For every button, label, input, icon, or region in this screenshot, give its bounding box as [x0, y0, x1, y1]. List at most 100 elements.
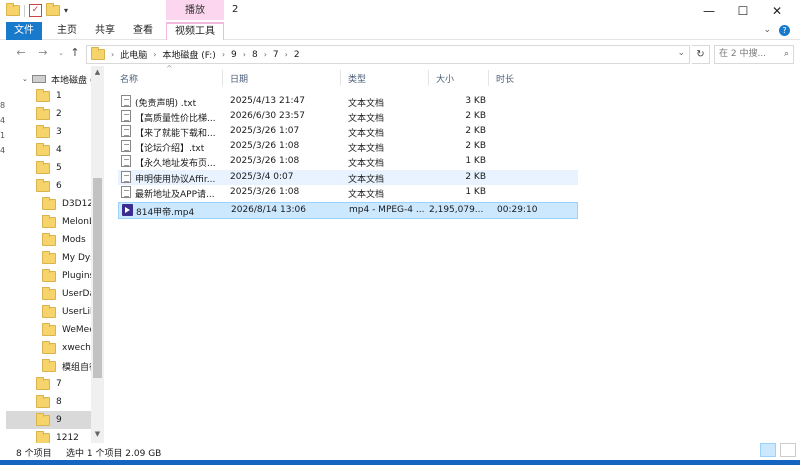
chevron-right-icon[interactable]: › [222, 50, 225, 59]
nav-item-wemeet[interactable]: WeMeet [42, 321, 92, 339]
minimize-button[interactable]: — [692, 0, 726, 22]
text-file-icon [121, 125, 131, 137]
nav-item-xwechat[interactable]: xwechat [42, 339, 92, 357]
divider [428, 70, 429, 86]
nav-item-label: D3D12 [62, 199, 92, 209]
file-date: 2025/4/13 21:47 [230, 96, 305, 106]
nav-item-mod-folder[interactable]: 模组自行 [42, 357, 92, 375]
file-name: 814甲帝.mp4 [136, 208, 195, 218]
close-button[interactable]: ✕ [760, 0, 794, 22]
details-view-icon[interactable] [760, 443, 776, 457]
folder-icon[interactable] [6, 3, 20, 16]
search-placeholder: 在 2 中搜... [719, 49, 767, 59]
forward-arrow-icon[interactable]: → [36, 46, 50, 59]
folder-icon [36, 142, 50, 156]
folder-icon [36, 376, 50, 390]
folder-icon [91, 47, 105, 60]
window-title: 2 [232, 4, 239, 15]
file-size: 3 KB [465, 96, 486, 106]
nav-item-label: 5 [56, 163, 62, 173]
large-icons-view-icon[interactable] [780, 443, 796, 457]
tab-view[interactable]: 查看 [126, 22, 160, 40]
chevron-right-icon[interactable]: › [243, 50, 246, 59]
file-size: 2 KB [465, 126, 486, 136]
nav-item-plugins[interactable]: Plugins [42, 267, 92, 285]
chevron-right-icon[interactable]: › [264, 50, 267, 59]
column-header-type[interactable]: 类型 [348, 72, 366, 85]
text-file-icon [121, 171, 131, 183]
nav-item-label: Plugins [62, 271, 92, 281]
column-header-duration[interactable]: 时长 [496, 72, 514, 85]
expand-chevron-icon[interactable]: ⌄ [22, 75, 32, 83]
maximize-button[interactable]: ☐ [726, 0, 760, 22]
table-row[interactable]: 【来了就能下载和... 2025/3/26 1:07 文本文档 2 KB [118, 124, 578, 139]
table-row[interactable]: 最新地址及APP请... 2025/3/26 1:08 文本文档 1 KB [118, 185, 578, 200]
nav-item-mods[interactable]: Mods [42, 231, 92, 249]
file-date: 2025/3/26 1:08 [230, 187, 300, 197]
nav-item-d3d12[interactable]: D3D12 [42, 195, 92, 213]
nav-item-my-dyst[interactable]: My Dyst [42, 249, 92, 267]
address-history-chevron-icon[interactable]: ⌄ [677, 48, 685, 58]
scroll-up-icon[interactable]: ▲ [91, 68, 104, 76]
breadcrumb-7[interactable]: 7 [273, 50, 279, 60]
nav-item-drive[interactable]: ⌄ 本地磁盘 (F [22, 70, 92, 88]
table-row-selected[interactable]: 814甲帝.mp4 2026/8/14 13:06 mp4 - MPEG-4 .… [118, 202, 578, 219]
folder-icon [42, 322, 56, 336]
column-header-date[interactable]: 日期 [230, 72, 248, 85]
file-size: 2 KB [465, 172, 486, 182]
nav-item-folder-9[interactable]: 9 [6, 411, 92, 429]
nav-item-userlibs[interactable]: UserLibs [42, 303, 92, 321]
help-icon[interactable]: ? [779, 25, 790, 36]
table-row[interactable]: 【高质量性价比梯... 2026/6/30 23:57 文本文档 2 KB [118, 109, 578, 124]
back-arrow-icon[interactable]: ← [14, 46, 28, 59]
refresh-icon[interactable]: ↻ [692, 45, 710, 64]
tab-file[interactable]: 文件 [6, 22, 42, 40]
up-arrow-icon[interactable]: ↑ [68, 46, 82, 59]
file-duration: 00:29:10 [497, 205, 538, 215]
table-row[interactable]: 申明使用协议Affir... 2025/3/4 0:07 文本文档 2 KB [118, 170, 578, 185]
tab-home[interactable]: 主页 [50, 22, 84, 40]
breadcrumb-2[interactable]: 2 [294, 50, 300, 60]
file-size: 2,195,079... [429, 205, 484, 215]
divider [340, 70, 341, 86]
tab-share[interactable]: 共享 [88, 22, 122, 40]
nav-item-userdata[interactable]: UserDat [42, 285, 92, 303]
chevron-right-icon[interactable]: › [111, 50, 114, 59]
table-row[interactable]: (免责声明) .txt 2025/4/13 21:47 文本文档 3 KB [118, 94, 578, 109]
breadcrumb-this-pc[interactable]: 此电脑 [120, 48, 147, 61]
chevron-right-icon[interactable]: › [153, 50, 156, 59]
properties-check-icon[interactable]: ✓ [29, 4, 42, 17]
table-row[interactable]: 【永久地址发布页... 2025/3/26 1:08 文本文档 1 KB [118, 154, 578, 169]
navigation-scrollbar[interactable]: ▲ ▼ [91, 66, 104, 443]
sort-caret-icon: ^ [166, 64, 173, 73]
file-date: 2026/8/14 13:06 [231, 205, 306, 215]
breadcrumb-drive[interactable]: 本地磁盘 (F:) [162, 48, 215, 61]
chevron-right-icon[interactable]: › [285, 50, 288, 59]
folder-icon [36, 88, 50, 102]
recent-locations-chevron-icon[interactable]: ⌄ [54, 49, 68, 57]
file-date: 2025/3/26 1:08 [230, 156, 300, 166]
new-folder-icon[interactable] [46, 3, 60, 16]
search-input[interactable]: 在 2 中搜... ⌕ [714, 45, 794, 64]
file-name: (免责声明) .txt [135, 99, 197, 109]
customize-dropdown-icon[interactable]: ▾ [64, 6, 68, 15]
scrollbar-thumb[interactable] [93, 178, 102, 378]
breadcrumb-8[interactable]: 8 [252, 50, 258, 60]
search-icon: ⌕ [783, 49, 789, 59]
scroll-down-icon[interactable]: ▼ [91, 430, 104, 438]
address-bar[interactable]: › 此电脑 › 本地磁盘 (F:) › 9 › 8 › 7 › 2 ⌄ [86, 45, 690, 64]
taskbar-edge [0, 460, 800, 465]
tab-video-tools[interactable]: 视频工具 [166, 22, 224, 40]
file-date: 2026/6/30 23:57 [230, 111, 305, 121]
nav-item-melonloader[interactable]: MelonLo [42, 213, 92, 231]
nav-item-label: 模组自行 [62, 362, 92, 373]
file-date: 2025/3/4 0:07 [230, 172, 294, 182]
table-row[interactable]: 【论坛介绍】.txt 2025/3/26 1:08 文本文档 2 KB [118, 139, 578, 154]
breadcrumb-9[interactable]: 9 [231, 50, 237, 60]
expand-ribbon-icon[interactable]: ⌄ [763, 25, 771, 36]
nav-item-label: 6 [56, 181, 62, 191]
file-name: 【高质量性价比梯... [135, 114, 216, 124]
column-header-size[interactable]: 大小 [436, 72, 454, 85]
file-type: 文本文档 [348, 114, 385, 124]
column-header-name[interactable]: 名称 [120, 72, 138, 85]
